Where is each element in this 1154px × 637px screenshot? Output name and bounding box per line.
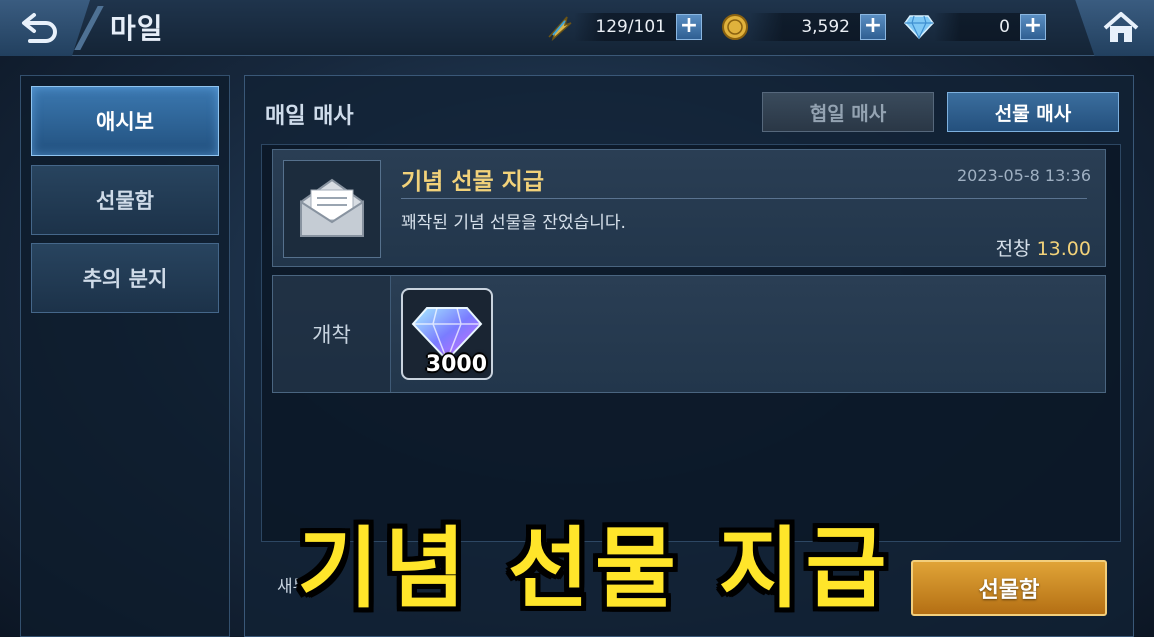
mail-date: 2023-05-8 13:36 [957,166,1091,185]
expire-value: 13.00 [1036,238,1091,260]
sidebar-item-0[interactable]: 애시보 [31,86,219,156]
gold-value: 3,592 [750,13,860,41]
gold-counter: 3,592 + [720,12,886,42]
add-gold-button[interactable]: + [860,14,886,40]
reward-item[interactable]: 3000 [401,288,493,380]
stamina-value: 129/101 [574,13,676,41]
tab-0[interactable]: 협일 매사 [762,92,934,132]
mail-divider [401,198,1087,199]
diamond-value: 0 [934,13,1020,41]
stamina-counter: 129/101 + [544,12,702,42]
mail-list: 기념 선물 지급 2023-05-8 13:36 꽤작된 기념 선물을 잔었습니… [261,144,1121,542]
tab-1[interactable]: 선물 매사 [947,92,1119,132]
reward-row: 개착 3000 [272,275,1106,393]
overlay-caption: 기념 선물 지급 [297,516,893,620]
mail-title: 기념 선물 지급 [401,169,544,195]
page-title: 마일 [110,12,164,45]
add-diamond-button[interactable]: + [1020,14,1046,40]
top-bar: 마일 129/101 + 3,592 + 0 + [0,0,1154,56]
home-icon [1103,12,1139,42]
claim-gift-button[interactable]: 선물함 [911,560,1107,616]
sidebar: 애시보 선물함 추의 분지 [20,75,230,637]
home-button[interactable] [1075,0,1154,56]
mail-expire: 전창 13.00 [996,234,1091,261]
expire-label: 전창 [995,238,1031,260]
gold-coin-icon [720,12,750,42]
lightning-feather-icon [544,12,574,42]
reward-quantity: 3000 [425,352,487,377]
envelope-icon [283,160,381,258]
mail-body: 꽤작된 기념 선물을 잔었습니다. [401,213,626,233]
back-arrow-icon [22,13,57,43]
reward-label: 개착 [273,276,391,392]
section-title: 매일 매사 [265,104,354,129]
sidebar-item-2[interactable]: 추의 분지 [31,243,219,313]
diamond-icon [904,12,934,42]
mail-item[interactable]: 기념 선물 지급 2023-05-8 13:36 꽤작된 기념 선물을 잔었습니… [272,149,1106,267]
diamond-counter: 0 + [904,12,1046,42]
sidebar-item-1[interactable]: 선물함 [31,165,219,235]
add-stamina-button[interactable]: + [676,14,702,40]
